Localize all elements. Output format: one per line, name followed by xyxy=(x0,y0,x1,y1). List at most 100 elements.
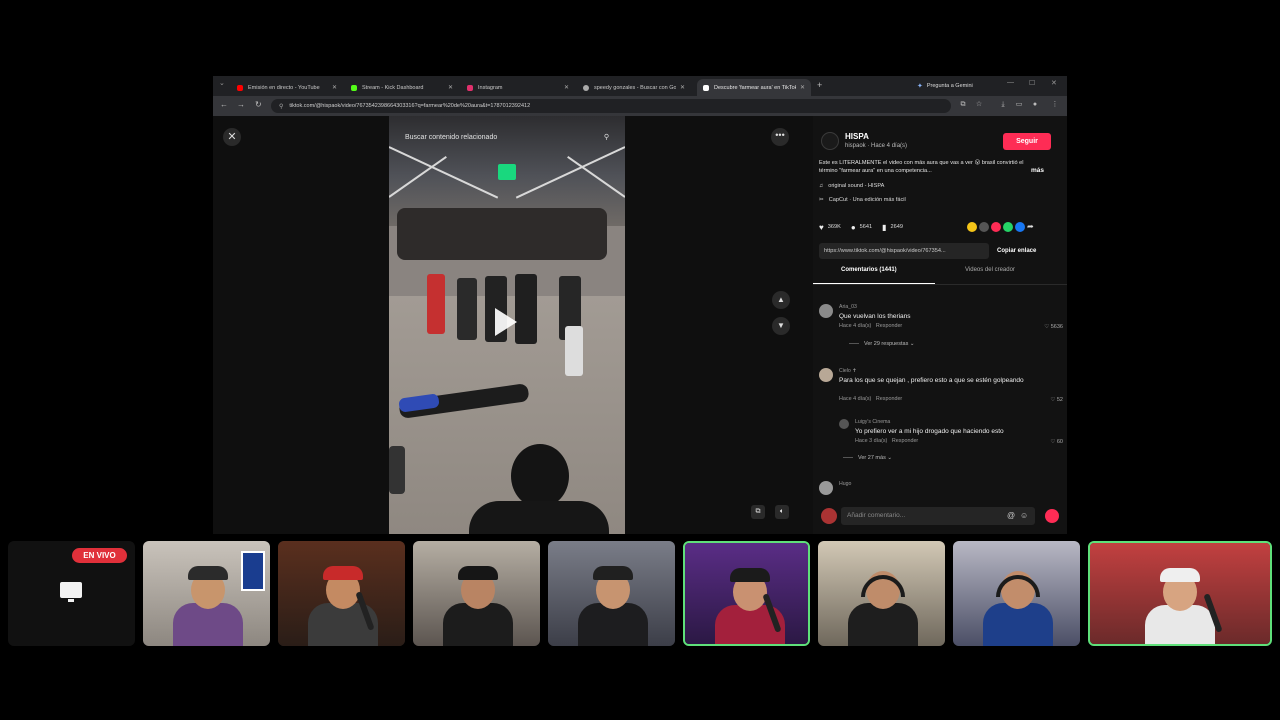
participant-tile-8-speaking[interactable] xyxy=(1088,541,1272,646)
participant-tile-3[interactable] xyxy=(413,541,540,646)
reload-icon[interactable]: ↻ xyxy=(255,100,262,109)
tab-comments[interactable]: Comentarios (1441) xyxy=(841,267,897,273)
comment-button[interactable]: ● 5641 xyxy=(851,223,872,232)
comment-like[interactable]: ♡ 5636 xyxy=(1044,324,1063,330)
capcut-link[interactable]: ✂ CapCut · Una edición más fácil xyxy=(819,197,906,203)
volume-icon[interactable]: 🔈︎ xyxy=(775,505,789,519)
author-avatar[interactable] xyxy=(821,132,839,150)
pinterest-share-icon[interactable] xyxy=(991,222,1001,232)
like-button[interactable]: ♥ 369K xyxy=(819,223,841,232)
commenter-name[interactable]: Cielo ✝ xyxy=(839,368,857,374)
tab-google[interactable]: speedy gonzales - Buscar con Google ✕ xyxy=(577,79,691,96)
tab-search-icon[interactable]: ⌄ xyxy=(219,79,225,87)
gemini-button[interactable]: ✦ Pregunta a Gemini xyxy=(917,80,973,92)
url-text: tiktok.com/@hispaok/video/76735423986643… xyxy=(289,103,531,109)
commenter-name[interactable]: Aria_03 xyxy=(839,304,857,310)
forward-icon[interactable]: → xyxy=(237,100,245,109)
back-icon[interactable]: ← xyxy=(220,100,228,109)
comment-like[interactable]: ♡ 52 xyxy=(1050,397,1063,403)
search-icon[interactable]: ⚲ xyxy=(604,133,609,141)
commenter-avatar[interactable] xyxy=(819,304,833,318)
tab-label: Instagram xyxy=(478,84,503,91)
participant-tile-1[interactable] xyxy=(143,541,270,646)
participant-tile-4[interactable] xyxy=(548,541,675,646)
tab-tiktok[interactable]: Descubre 'farmear aura' en TikTok ✕ xyxy=(697,79,811,96)
commenter-avatar[interactable] xyxy=(819,368,833,382)
send-share-icon[interactable] xyxy=(979,222,989,232)
address-bar[interactable]: ⚲ tiktok.com/@hispaok/video/767354239866… xyxy=(271,99,951,113)
next-video-button[interactable]: ▼ xyxy=(772,317,790,335)
picture-in-picture-icon[interactable]: ⧉ xyxy=(751,505,765,519)
site-info-icon[interactable]: ⚲ xyxy=(279,103,283,110)
close-icon[interactable]: ✕ xyxy=(564,84,569,91)
whatsapp-share-icon[interactable] xyxy=(1003,222,1013,232)
share-arrow-icon[interactable]: ➦ xyxy=(1027,222,1034,232)
previous-video-button[interactable]: ▲ xyxy=(772,291,790,309)
reply-button[interactable]: Responder xyxy=(892,438,918,444)
participant-body xyxy=(578,603,648,646)
close-icon[interactable]: ✕ xyxy=(332,84,337,91)
copy-link-button[interactable]: Copiar enlace xyxy=(997,248,1036,254)
profile-icon[interactable]: ● xyxy=(1031,101,1039,109)
extensions-icon[interactable]: ▭ xyxy=(1015,101,1023,109)
view-replies-button[interactable]: Ver 29 respuestas ⌄ xyxy=(849,341,914,347)
new-tab-button[interactable]: + xyxy=(817,80,822,90)
commenter-name[interactable]: Luigy's Cinema xyxy=(855,419,890,425)
screen-share-tile[interactable]: EN VIVO xyxy=(8,541,135,646)
participant-tile-5-speaking[interactable] xyxy=(683,541,810,646)
close-video-button[interactable]: ✕ xyxy=(223,128,241,146)
send-comment-button[interactable] xyxy=(1045,509,1059,523)
download-icon[interactable]: ⤓ xyxy=(999,101,1007,109)
bookmark-star-icon[interactable]: ☆ xyxy=(975,101,983,109)
participant-tile-7[interactable] xyxy=(953,541,1080,646)
emoji-icon[interactable]: ☺ xyxy=(1020,511,1028,520)
follow-button[interactable]: Seguir xyxy=(1003,133,1051,150)
reply-button[interactable]: Responder xyxy=(876,396,902,402)
menu-dots-icon[interactable]: ⋮ xyxy=(1051,101,1059,109)
close-window-icon[interactable]: ✕ xyxy=(1051,79,1057,87)
mention-icon[interactable]: @ xyxy=(1007,511,1015,520)
commenter-avatar[interactable] xyxy=(839,419,849,429)
tab-kick[interactable]: Stream - Kick Dashboard ✕ xyxy=(345,79,459,96)
more-options-button[interactable]: ••• xyxy=(771,128,789,146)
sound-link[interactable]: ♫ original sound - HISPA xyxy=(819,183,884,189)
close-icon[interactable]: ✕ xyxy=(680,84,685,91)
commenter-avatar[interactable] xyxy=(819,481,833,495)
minimize-icon[interactable]: — xyxy=(1007,79,1014,86)
instagram-icon xyxy=(467,84,473,91)
tab-creator-videos[interactable]: Videos del creador xyxy=(965,267,1015,273)
participant-tile-2[interactable] xyxy=(278,541,405,646)
more-description-link[interactable]: más xyxy=(1031,167,1044,174)
commenter-name[interactable]: Hugo xyxy=(839,481,851,487)
close-icon[interactable]: ✕ xyxy=(800,84,805,91)
facebook-share-icon[interactable] xyxy=(1015,222,1025,232)
author-meta: hispaok · Hace 4 día(s) xyxy=(845,143,908,149)
embed-share-icon[interactable] xyxy=(967,222,977,232)
comment-input[interactable]: Añadir comentario... xyxy=(841,507,1035,525)
comment-time: Hace 3 día(s) xyxy=(855,438,888,444)
author-name[interactable]: HISPA xyxy=(845,132,869,141)
participant-body xyxy=(173,603,243,646)
comment-item: Aria_03 Que vuelvan los therians Hace 4 … xyxy=(819,304,1063,354)
related-search[interactable]: Buscar contenido relacionado ⚲ xyxy=(397,128,617,146)
maximize-icon[interactable]: ☐ xyxy=(1029,79,1035,87)
comment-meta: Hace 4 día(s) Responder xyxy=(839,323,902,329)
engagement-row: ♥ 369K ● 5641 ▮ 2649 ➦ xyxy=(819,220,1063,234)
save-button[interactable]: ▮ 2649 xyxy=(882,223,903,232)
video-player[interactable]: Buscar contenido relacionado ⚲ xyxy=(389,116,625,534)
participant-body xyxy=(443,603,513,646)
play-icon[interactable] xyxy=(495,308,517,336)
close-icon[interactable]: ✕ xyxy=(448,84,453,91)
comment-like[interactable]: ♡ 60 xyxy=(1050,439,1063,445)
participant-tile-6[interactable] xyxy=(818,541,945,646)
reply-button[interactable]: Responder xyxy=(876,323,902,329)
viewer-head xyxy=(511,444,569,508)
post-link-field[interactable]: https://www.tiktok.com/@hispaok/video/76… xyxy=(819,243,989,259)
comment-meta: Hace 4 día(s) Responder xyxy=(839,396,902,402)
translate-icon[interactable]: ⧉ xyxy=(959,101,967,109)
gemini-icon: ✦ xyxy=(917,83,923,90)
tab-youtube[interactable]: Emisión en directo - YouTube ✕ xyxy=(231,79,343,96)
tab-instagram[interactable]: Instagram ✕ xyxy=(461,79,575,96)
view-more-replies-button[interactable]: Ver 27 más ⌄ xyxy=(843,455,892,461)
tab-label: speedy gonzales - Buscar con Google xyxy=(594,84,676,91)
